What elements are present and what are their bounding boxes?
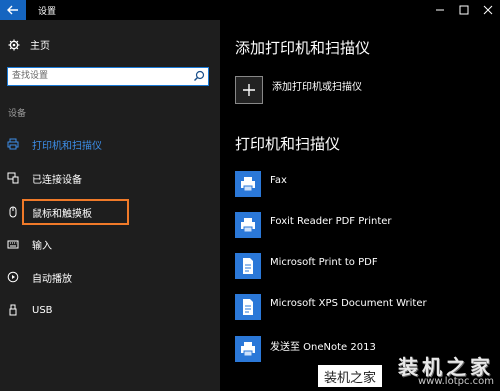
highlight-box	[22, 199, 129, 225]
section-label-devices: 设备	[8, 109, 27, 119]
printer-item-foxit[interactable]: Foxit Reader PDF Printer	[235, 212, 392, 238]
printer-icon	[235, 336, 261, 362]
add-printer-label: 添加打印机或扫描仪	[272, 82, 362, 93]
printers-section-heading: 打印机和扫描仪	[235, 135, 341, 153]
add-printer-button[interactable]: 添加打印机或扫描仪	[235, 76, 362, 104]
keyboard-icon	[6, 237, 20, 251]
usb-icon	[6, 303, 20, 317]
sidebar-item-usb[interactable]: USB	[0, 298, 220, 322]
printer-item-ms-xps[interactable]: Microsoft XPS Document Writer	[235, 294, 427, 320]
printer-name: 发送至 OneNote 2013	[270, 341, 376, 353]
back-arrow-icon	[7, 5, 18, 15]
add-section-heading: 添加打印机和扫描仪	[235, 39, 371, 57]
sidebar-item-label: 输入	[32, 240, 52, 252]
sidebar-item-printers[interactable]: 打印机和扫描仪	[0, 132, 220, 156]
printer-icon	[235, 212, 261, 238]
document-icon	[235, 253, 261, 279]
sidebar-item-connected-devices[interactable]: 已连接设备	[0, 166, 220, 190]
sidebar-item-label: 打印机和扫描仪	[32, 140, 102, 152]
printer-name: Foxit Reader PDF Printer	[270, 215, 392, 227]
sidebar-item-input[interactable]: 输入	[0, 232, 220, 256]
printer-item-ms-pdf[interactable]: Microsoft Print to PDF	[235, 253, 378, 279]
sidebar-item-label: 已连接设备	[32, 174, 82, 186]
maximize-button[interactable]	[452, 0, 476, 20]
printer-icon	[235, 171, 261, 197]
watermark: 装机之家 www.lotpc.com	[398, 351, 494, 387]
sidebar-item-label: 自动播放	[32, 273, 72, 285]
gear-icon	[8, 39, 20, 50]
mouse-icon	[6, 205, 20, 219]
plus-icon	[235, 76, 263, 104]
printer-name: Microsoft XPS Document Writer	[270, 297, 427, 309]
back-button[interactable]	[0, 0, 26, 20]
printer-name: Fax	[270, 174, 287, 186]
title-bar: 设置	[0, 0, 500, 20]
watermark-label: 装机之家	[318, 365, 382, 387]
document-icon	[235, 294, 261, 320]
close-button[interactable]	[476, 0, 500, 20]
printer-item-fax[interactable]: Fax	[235, 171, 287, 197]
home-nav-item[interactable]: 主页	[8, 37, 50, 52]
autoplay-icon	[6, 270, 20, 284]
search-input[interactable]	[10, 69, 184, 83]
minimize-icon	[436, 9, 444, 11]
search-icon[interactable]	[193, 70, 205, 82]
maximize-icon	[459, 5, 469, 15]
minimize-button[interactable]	[428, 0, 452, 20]
printer-name: Microsoft Print to PDF	[270, 256, 378, 268]
home-label: 主页	[30, 41, 50, 52]
sidebar-item-autoplay[interactable]: 自动播放	[0, 265, 220, 289]
window-title: 设置	[38, 7, 57, 17]
printer-item-onenote[interactable]: 发送至 OneNote 2013	[235, 336, 376, 362]
search-box[interactable]	[7, 67, 209, 86]
close-icon	[483, 5, 493, 15]
devices-icon	[6, 171, 20, 185]
sidebar-item-label: USB	[32, 304, 53, 316]
printer-icon	[6, 137, 20, 151]
